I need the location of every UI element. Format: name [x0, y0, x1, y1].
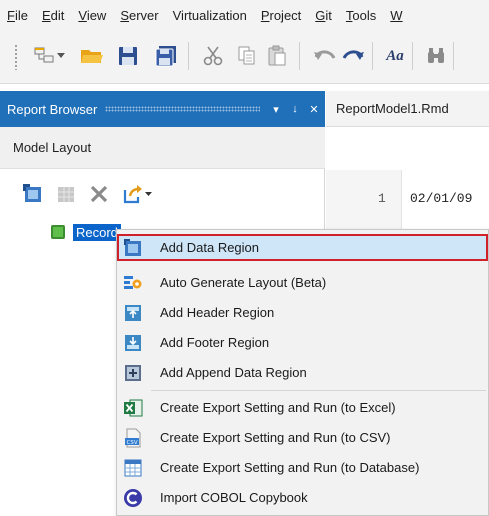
header-region-icon [123, 303, 143, 323]
paste-icon[interactable] [265, 44, 289, 68]
grid-disabled-icon[interactable] [55, 183, 77, 205]
toolbar-separator [453, 42, 454, 70]
footer-region-icon [123, 333, 143, 353]
toolbar: Aa [0, 30, 489, 84]
menu-item-import-cobol[interactable]: Import COBOL Copybook [117, 484, 488, 511]
menu-edit[interactable]: Edit [42, 8, 64, 23]
menu-virtualization[interactable]: Virtualization [173, 8, 247, 23]
svg-text:CSV: CSV [127, 439, 138, 445]
menu-file[interactable]: File [7, 8, 28, 23]
menu-view[interactable]: View [78, 8, 106, 23]
menu-item-add-header-region[interactable]: Add Header Region [117, 299, 488, 326]
auto-generate-icon [123, 273, 143, 293]
line-number: 1 [378, 191, 386, 206]
find-icon[interactable] [424, 44, 448, 68]
csv-icon: CSV [123, 428, 143, 448]
pin-icon[interactable]: ↓ [287, 103, 303, 115]
report-browser-header: Report Browser ▾ ↓ ✕ [0, 91, 325, 127]
menu-item-add-append-data-region[interactable]: Add Append Data Region [117, 359, 488, 386]
save-icon[interactable] [116, 44, 140, 68]
database-table-icon [123, 458, 143, 478]
menu-item-label: Add Append Data Region [160, 365, 307, 380]
menu-project[interactable]: Project [261, 8, 301, 23]
menu-item-label: Import COBOL Copybook [160, 490, 308, 505]
menu-item-add-footer-region[interactable]: Add Footer Region [117, 329, 488, 356]
copy-icon[interactable] [235, 44, 259, 68]
export-icon[interactable] [122, 183, 144, 205]
cobol-icon [123, 488, 143, 508]
data-region-icon [123, 238, 143, 258]
menu-bar: File Edit View Server Virtualization Pro… [0, 0, 489, 30]
panel-toolbar [0, 174, 325, 214]
tab-model-layout[interactable]: Model Layout [0, 127, 325, 169]
menu-item-export-csv[interactable]: CSV Create Export Setting and Run (to CS… [117, 424, 488, 451]
open-folder-icon[interactable] [80, 44, 104, 68]
cut-icon[interactable] [201, 44, 225, 68]
add-region-icon[interactable] [22, 183, 44, 205]
delete-icon[interactable] [88, 183, 110, 205]
toolbar-separator [412, 42, 413, 70]
toolbar-separator [372, 42, 373, 70]
excel-icon [123, 398, 143, 418]
menu-item-label: Add Header Region [160, 305, 275, 320]
chevron-down-icon[interactable] [143, 183, 153, 205]
menu-item-label: Add Data Region [160, 240, 260, 255]
append-region-icon [123, 363, 143, 383]
menu-item-add-data-region[interactable]: Add Data Region [117, 234, 488, 261]
font-icon[interactable]: Aa [381, 44, 409, 68]
code-line[interactable]: 02/01/09 [410, 191, 472, 206]
menu-window[interactable]: W [390, 8, 402, 23]
menu-item-label: Create Export Setting and Run (to Databa… [160, 460, 420, 475]
menu-item-label: Auto Generate Layout (Beta) [160, 275, 327, 290]
menu-item-export-database[interactable]: Create Export Setting and Run (to Databa… [117, 454, 488, 481]
tree-node-record[interactable]: Record [51, 222, 121, 242]
menu-item-label: Add Footer Region [160, 335, 270, 350]
context-menu: Add Data Region Auto Generate Layout (Be… [116, 229, 489, 516]
panel-dropdown-icon[interactable]: ▾ [268, 103, 284, 116]
close-icon[interactable]: ✕ [306, 103, 322, 116]
menu-item-label: Create Export Setting and Run (to Excel) [160, 400, 396, 415]
new-item-icon[interactable] [32, 44, 56, 68]
redo-icon[interactable] [341, 44, 365, 68]
toolbar-separator [188, 42, 189, 70]
menu-item-export-excel[interactable]: Create Export Setting and Run (to Excel) [117, 394, 488, 421]
menu-server[interactable]: Server [120, 8, 158, 23]
toolbar-grip-icon[interactable] [14, 44, 18, 70]
panel-title: Report Browser [7, 101, 98, 117]
editor-tab-bar: ReportModel1.Rmd [326, 91, 489, 127]
toolbar-separator [299, 42, 300, 70]
record-icon [51, 225, 65, 239]
save-all-icon[interactable] [154, 44, 178, 68]
tree-node-label: Record [73, 223, 121, 241]
menu-git[interactable]: Git [315, 8, 332, 23]
tab-label: Model Layout [13, 140, 92, 155]
menu-item-label: Create Export Setting and Run (to CSV) [160, 430, 391, 445]
menu-item-auto-generate-layout[interactable]: Auto Generate Layout (Beta) [117, 269, 488, 296]
panel-drag-handle[interactable] [105, 106, 260, 112]
undo-icon[interactable] [313, 44, 337, 68]
menu-separator [151, 390, 486, 391]
chevron-down-icon[interactable] [55, 44, 67, 68]
tab-reportmodel1[interactable]: ReportModel1.Rmd [326, 101, 449, 116]
menu-tools[interactable]: Tools [346, 8, 376, 23]
